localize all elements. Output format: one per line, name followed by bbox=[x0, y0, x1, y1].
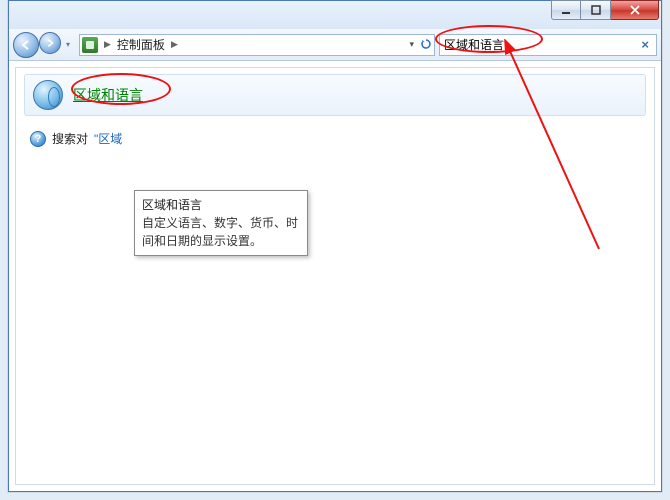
tooltip: 区域和语言 自定义语言、数字、货币、时间和日期的显示设置。 bbox=[134, 190, 308, 256]
tooltip-body: 自定义语言、数字、货币、时间和日期的显示设置。 bbox=[142, 214, 300, 250]
globe-clock-icon bbox=[33, 80, 63, 110]
search-subline: ? 搜索对 "区域 bbox=[30, 130, 654, 147]
refresh-icon bbox=[420, 38, 432, 50]
close-icon bbox=[630, 5, 640, 15]
tooltip-title: 区域和语言 bbox=[142, 196, 300, 214]
maximize-button[interactable] bbox=[581, 0, 611, 20]
nav-history-dropdown[interactable]: ▾ bbox=[61, 32, 75, 58]
control-panel-icon bbox=[82, 37, 98, 53]
help-icon: ? bbox=[30, 131, 46, 147]
subline-prefix: 搜索对 bbox=[52, 130, 88, 147]
search-result-row: 区域和语言 bbox=[24, 74, 646, 116]
region-language-link[interactable]: 区域和语言 bbox=[73, 85, 143, 105]
search-query: 区域和语言 bbox=[444, 36, 638, 53]
arrow-right-icon bbox=[45, 38, 55, 48]
forward-button[interactable] bbox=[39, 32, 61, 54]
breadcrumb-sep: ▶ bbox=[102, 39, 113, 50]
maximize-icon bbox=[591, 5, 601, 15]
address-bar[interactable]: ▶ 控制面板 ▶ ▾ bbox=[79, 34, 435, 56]
subline-quoted: "区域 bbox=[94, 130, 122, 147]
search-box[interactable]: 区域和语言 × bbox=[439, 34, 657, 56]
address-dropdown[interactable]: ▾ bbox=[409, 39, 414, 50]
back-button[interactable] bbox=[13, 32, 39, 58]
arrow-left-icon bbox=[20, 39, 32, 51]
refresh-button[interactable] bbox=[420, 38, 432, 52]
breadcrumb-location[interactable]: 控制面板 bbox=[117, 36, 165, 53]
breadcrumb-sep: ▶ bbox=[169, 39, 180, 50]
minimize-icon bbox=[561, 5, 571, 15]
clear-search-button[interactable]: × bbox=[638, 37, 652, 52]
minimize-button[interactable] bbox=[551, 0, 581, 20]
close-button[interactable] bbox=[611, 0, 659, 20]
content-pane: 区域和语言 ? 搜索对 "区域 区域和语言 自定义语言、数字、货币、时间和日期的… bbox=[15, 67, 655, 485]
